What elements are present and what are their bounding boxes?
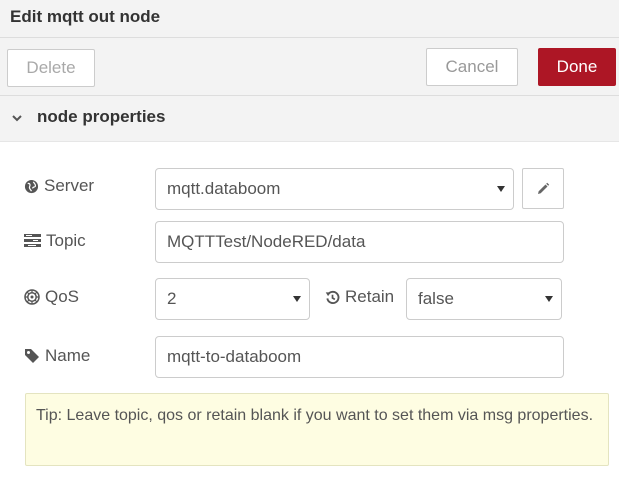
server-value: mqtt.databoom <box>167 179 281 198</box>
pencil-icon <box>538 182 550 194</box>
qos-label: QoS <box>45 287 80 306</box>
tag-icon <box>25 349 39 363</box>
history-icon <box>325 290 340 304</box>
name-input[interactable]: mqtt-to-databoom <box>155 336 564 378</box>
topic-label-group: Topic <box>24 231 86 251</box>
cancel-button[interactable]: Cancel <box>426 48 518 86</box>
dialog-title: Edit mqtt out node <box>10 7 161 26</box>
globe-icon <box>24 179 39 193</box>
name-value: mqtt-to-databoom <box>167 347 302 366</box>
qos-value: 2 <box>167 289 177 308</box>
section-title: node properties <box>37 107 166 126</box>
retain-label: Retain <box>345 287 395 306</box>
qos-label-group: QoS <box>24 287 79 307</box>
name-label: Name <box>45 346 91 365</box>
topic-label: Topic <box>46 231 86 250</box>
retain-value: false <box>418 289 454 308</box>
chevron-down-icon <box>12 115 22 122</box>
server-label-group: Server <box>24 176 94 196</box>
delete-button[interactable]: Delete <box>7 49 95 87</box>
dialog-title-bar: Edit mqtt out node <box>0 0 619 38</box>
dropdown-caret-icon <box>497 186 505 192</box>
dialog-toolbar: Delete Cancel Done <box>0 38 619 96</box>
retain-select[interactable]: false <box>406 278 562 320</box>
tasks-icon <box>24 234 41 247</box>
topic-input[interactable]: MQTTTest/NodeRED/data <box>155 221 564 263</box>
node-properties-header[interactable]: node properties <box>0 96 619 142</box>
edit-server-button[interactable] <box>522 168 564 209</box>
server-label: Server <box>44 176 95 195</box>
done-button[interactable]: Done <box>538 48 616 86</box>
dialog-bottom-edge <box>0 482 619 487</box>
topic-value: MQTTTest/NodeRED/data <box>167 232 366 251</box>
name-label-group: Name <box>24 346 90 366</box>
server-select[interactable]: mqtt.databoom <box>155 168 514 210</box>
retain-label-group: Retain <box>325 287 394 307</box>
qos-select[interactable]: 2 <box>155 278 310 320</box>
dropdown-caret-icon <box>545 296 553 302</box>
dropdown-caret-icon <box>293 296 301 302</box>
tip-box: Tip: Leave topic, qos or retain blank if… <box>25 393 609 466</box>
empire-icon <box>24 289 40 305</box>
